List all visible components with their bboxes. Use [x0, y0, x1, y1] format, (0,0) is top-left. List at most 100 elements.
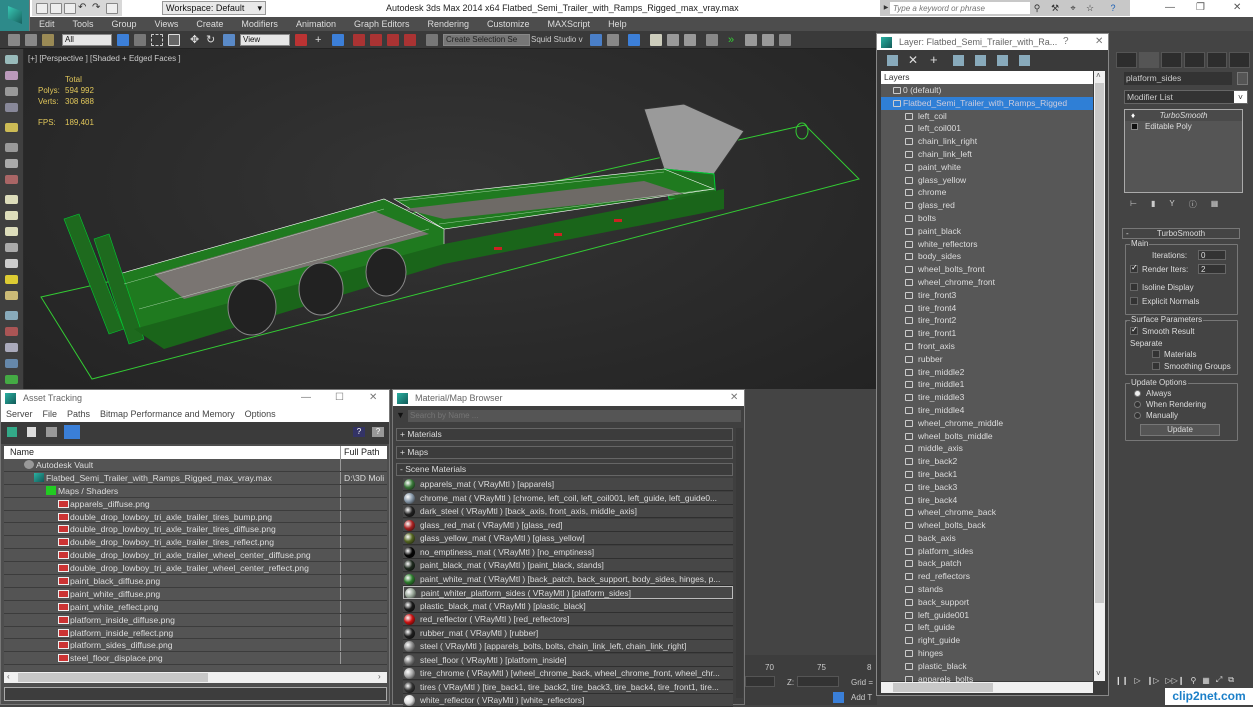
redo-icon[interactable]: ↷	[92, 2, 104, 14]
render-iterative-icon[interactable]	[779, 34, 791, 46]
layer-object-row[interactable]: left_coil	[881, 110, 1093, 123]
keyboard-shortcut-icon[interactable]	[332, 34, 344, 46]
menu-maxscript[interactable]: MAXScript	[539, 17, 600, 31]
layer-object-row[interactable]: tire_front3	[881, 289, 1093, 302]
scroll-up-icon[interactable]: ˄	[1096, 71, 1101, 80]
scrollbar-thumb[interactable]	[18, 673, 208, 682]
asset-row[interactable]: platform_sides_diffuse.png	[4, 639, 387, 653]
pin-stack-icon[interactable]: ⊢	[1130, 199, 1137, 211]
layer-object-row[interactable]: red_reflectors	[881, 570, 1093, 583]
material-browser-titlebar[interactable]: Material/Map Browser ✕	[393, 390, 744, 406]
layer-object-row[interactable]: glass_yellow	[881, 174, 1093, 187]
context-help-icon[interactable]: ?	[372, 427, 384, 437]
vertical-scrollbar[interactable]	[736, 428, 743, 698]
layer-object-row[interactable]: wheel_chrome_back	[881, 506, 1093, 519]
rollout-scene-materials[interactable]: - Scene Materials	[396, 463, 733, 476]
selection-filter-dropdown[interactable]: All	[62, 34, 112, 46]
menu-create[interactable]: Create	[187, 17, 232, 31]
menu-tools[interactable]: Tools	[64, 17, 103, 31]
system-icon[interactable]	[5, 343, 18, 352]
isoline-display-checkbox[interactable]	[1130, 283, 1138, 291]
scrollbar-thumb[interactable]	[1095, 83, 1104, 603]
asset-row[interactable]: double_drop_lowboy_tri_axle_trailer_tire…	[4, 523, 387, 537]
asset-row[interactable]: platform_inside_diffuse.png	[4, 613, 387, 627]
asset-row[interactable]: paint_white_diffuse.png	[4, 587, 387, 601]
zoom-all-icon[interactable]: ▦	[1202, 676, 1210, 685]
table-icon[interactable]	[5, 103, 18, 112]
next-frame-icon[interactable]: ❙▷	[1147, 676, 1160, 685]
favorites-star-icon[interactable]: ☆	[1085, 3, 1095, 13]
material-row[interactable]: steel ( VRayMtl ) [apparels_bolts, bolts…	[403, 640, 733, 653]
material-row[interactable]: rubber_mat ( VRayMtl ) [rubber]	[403, 626, 733, 640]
freeze-all-layers-icon[interactable]	[1019, 55, 1030, 66]
horizontal-scrollbar[interactable]: ‹ ›	[4, 672, 387, 683]
make-unique-icon[interactable]: Y	[1169, 199, 1174, 211]
asset-row[interactable]: apparels_diffuse.png	[4, 497, 387, 511]
minimize-icon[interactable]: —	[1165, 2, 1175, 13]
zoom-extents-icon[interactable]: ⤢	[1216, 675, 1222, 685]
wheel-back[interactable]	[227, 278, 277, 336]
layer-object-row[interactable]: wheel_bolts_middle	[881, 430, 1093, 443]
select-objects-in-layer-icon[interactable]	[953, 55, 964, 66]
add-time-tag-label[interactable]: Add T	[851, 693, 872, 702]
asset-row[interactable]: double_drop_lowboy_tri_axle_trailer_tire…	[4, 510, 387, 524]
layer-row[interactable]: Flatbed_Semi_Trailer_with_Ramps_Rigged	[881, 96, 1093, 110]
dome-icon[interactable]	[5, 291, 18, 300]
torus-icon[interactable]	[5, 243, 18, 252]
asset-tracking-titlebar[interactable]: Asset Tracking — ☐ ✕	[1, 390, 389, 406]
help-icon[interactable]: ?	[1108, 3, 1118, 13]
material-row[interactable]: no_emptiness_mat ( VRayMtl ) [no_emptine…	[403, 545, 733, 559]
scroll-right-icon[interactable]: ›	[378, 672, 381, 681]
menu-edit[interactable]: Edit	[30, 17, 64, 31]
render-frame-icon[interactable]	[5, 71, 18, 80]
vertical-scrollbar[interactable]: ˄ ˅	[1094, 71, 1105, 681]
menu-file[interactable]: File	[38, 406, 63, 422]
new-file-icon[interactable]	[36, 2, 48, 14]
highlight-layer-icon[interactable]	[975, 55, 986, 66]
reference-coord-dropdown[interactable]: View	[240, 34, 290, 46]
create-layer-icon[interactable]	[887, 55, 898, 66]
link-icon[interactable]	[8, 34, 20, 46]
layer-object-row[interactable]: plastic_black	[881, 660, 1093, 673]
column-full-path-header[interactable]: Full Path	[344, 446, 380, 459]
stack-item-editable-poly[interactable]: Editable Poly	[1125, 121, 1242, 132]
tab-motion[interactable]	[1184, 52, 1205, 68]
select-by-name-icon[interactable]	[134, 34, 146, 46]
tab-utilities[interactable]	[1229, 52, 1251, 68]
material-row[interactable]: paint_whiter_platform_sides ( VRayMtl ) …	[403, 586, 733, 599]
layer-object-row[interactable]: platform_sides	[881, 545, 1093, 558]
pivot-center-icon[interactable]	[295, 34, 307, 46]
spinner-snap-icon[interactable]	[404, 34, 416, 46]
material-row[interactable]: chrome_mat ( VRayMtl ) [chrome, left_coi…	[403, 491, 733, 505]
refresh-icon[interactable]	[7, 427, 17, 437]
cylinder-icon[interactable]	[5, 227, 18, 236]
add-to-layer-icon[interactable]: +	[930, 52, 938, 67]
cone-icon[interactable]	[5, 259, 18, 268]
time-tag-icon[interactable]	[833, 692, 844, 703]
layer-object-row[interactable]: chain_link_left	[881, 148, 1093, 161]
curve-editor-icon[interactable]	[667, 34, 679, 46]
menu-customize[interactable]: Customize	[478, 17, 539, 31]
object-color-swatch[interactable]	[1237, 72, 1248, 85]
update-button[interactable]: Update	[1140, 424, 1220, 436]
material-row[interactable]: paint_white_mat ( VRayMtl ) [back_patch,…	[403, 572, 733, 586]
angle-snap-icon[interactable]	[370, 34, 382, 46]
asset-row[interactable]: paint_black_diffuse.png	[4, 575, 387, 588]
material-row[interactable]: glass_red_mat ( VRayMtl ) [glass_red]	[403, 518, 733, 532]
percent-snap-icon[interactable]	[387, 34, 399, 46]
rotate-icon[interactable]: ↻	[206, 34, 218, 46]
material-editor-icon[interactable]	[706, 34, 718, 46]
undo-icon[interactable]: ↶	[78, 2, 90, 14]
material-row[interactable]: paint_black_mat ( VRayMtl ) [paint_black…	[403, 559, 733, 572]
object-name-field[interactable]	[1124, 72, 1232, 85]
maximize-viewport-icon[interactable]: ⧉	[1228, 675, 1234, 685]
particle-icon[interactable]	[5, 175, 18, 184]
help-icon[interactable]: ?	[353, 427, 365, 437]
layer-object-row[interactable]: hinges	[881, 647, 1093, 660]
material-row[interactable]: dark_steel ( VRayMtl ) [back_axis, front…	[403, 505, 733, 518]
turbosmooth-rollout-header[interactable]: - TurboSmooth	[1122, 228, 1240, 239]
separate-materials-checkbox[interactable]	[1152, 350, 1160, 358]
layer-object-row[interactable]: wheel_bolts_back	[881, 519, 1093, 532]
edit-named-selection-icon[interactable]	[426, 34, 438, 46]
layer-object-row[interactable]: tire_middle4	[881, 404, 1093, 417]
